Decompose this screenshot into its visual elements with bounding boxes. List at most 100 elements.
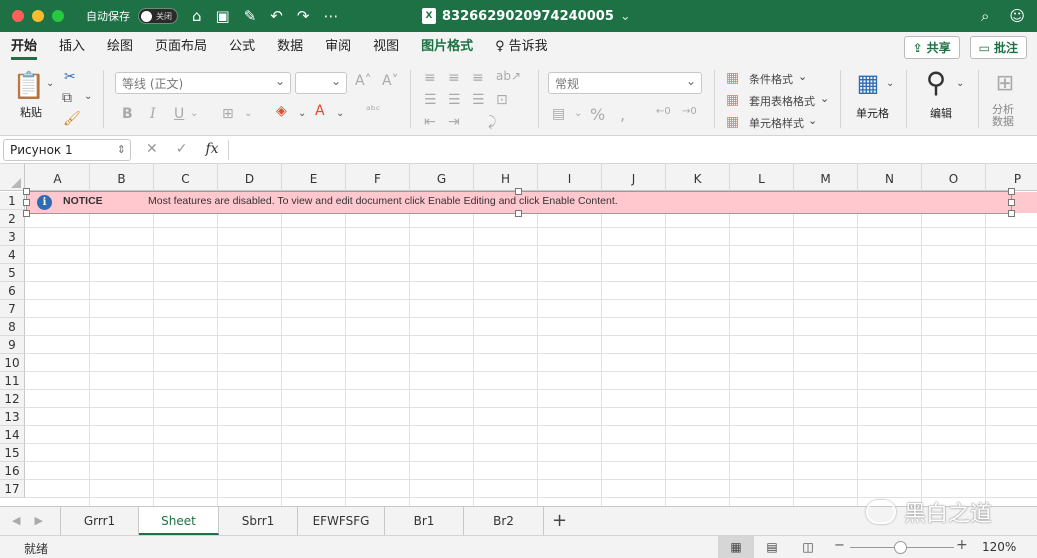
underline-dropdown-icon[interactable]: ⌄ [190, 108, 198, 119]
row-header[interactable]: 6 [0, 282, 25, 300]
fill-dropdown-icon[interactable]: ⌄ [298, 108, 306, 119]
tab-review[interactable]: 审阅 [314, 32, 362, 62]
merge-icon[interactable]: ⊡ [496, 92, 508, 108]
italic-button[interactable]: I [150, 106, 156, 122]
row-header[interactable]: 15 [0, 444, 25, 462]
tab-view[interactable]: 视图 [362, 32, 410, 62]
row-header[interactable]: 11 [0, 372, 25, 390]
row-header[interactable]: 14 [0, 426, 25, 444]
paste-button[interactable]: 📋 [13, 70, 45, 102]
phonetic-icon[interactable]: ᵃᵇᶜ [366, 103, 380, 117]
cell-style-label[interactable]: 单元格样式 [749, 115, 804, 131]
column-header[interactable]: C [154, 164, 218, 191]
conditional-format-icon[interactable]: ▦ [726, 70, 739, 86]
zoom-window-button[interactable] [52, 10, 64, 22]
cell-style-icon[interactable]: ▦ [726, 114, 739, 130]
page-layout-view-icon[interactable]: ▤ [754, 536, 790, 558]
tab-formulas[interactable]: 公式 [218, 32, 266, 62]
font-name-select[interactable]: 等线 (正文) [115, 72, 291, 94]
sheet-tab-sbrr1[interactable]: Sbrr1 [219, 507, 298, 535]
column-header[interactable]: I [538, 164, 602, 191]
resize-handle-bottom[interactable] [515, 210, 522, 217]
add-sheet-button[interactable]: + [552, 510, 567, 531]
cells-icon[interactable]: ▦ [852, 68, 884, 98]
row-header[interactable]: 12 [0, 390, 25, 408]
table-format-icon[interactable]: ▦ [726, 92, 739, 108]
number-format-select[interactable]: 常规 [548, 72, 702, 94]
font-size-select[interactable] [295, 72, 347, 94]
name-box[interactable]: Рисунок 1 [3, 139, 131, 161]
column-header[interactable]: D [218, 164, 282, 191]
align-bottom-icon[interactable]: ≡ [472, 70, 484, 86]
row-header[interactable]: 5 [0, 264, 25, 282]
wrap-text-icon[interactable]: ⤸ [488, 114, 496, 130]
edit-dropdown-icon[interactable]: ⌄ [956, 78, 964, 89]
analyze-data-icon[interactable]: ⊞ [989, 68, 1021, 98]
share-button[interactable]: ⇪ 共享 [903, 36, 960, 59]
decrease-font-icon[interactable]: A˅ [382, 73, 399, 89]
zoom-level[interactable]: 120% [982, 540, 1016, 554]
column-header[interactable]: P [986, 164, 1037, 191]
normal-view-icon[interactable]: ▦ [718, 536, 754, 558]
row-header[interactable]: 3 [0, 228, 25, 246]
resize-handle-bottom-right[interactable] [1008, 210, 1015, 217]
next-sheet-icon[interactable]: ▶ [34, 514, 42, 527]
account-icon[interactable]: ☺ [1009, 7, 1025, 25]
row-header[interactable]: 8 [0, 318, 25, 336]
fill-color-icon[interactable]: ◈ [276, 103, 287, 119]
cancel-icon[interactable]: ✕ [146, 141, 158, 157]
more-icon[interactable]: ⋯ [323, 7, 338, 25]
column-header[interactable]: K [666, 164, 730, 191]
decrease-indent-icon[interactable]: ⇤ [424, 114, 436, 130]
zoom-in-icon[interactable]: + [956, 537, 968, 553]
column-header[interactable]: O [922, 164, 986, 191]
search-edit-icon[interactable]: ⚲ [920, 66, 952, 99]
cells-dropdown-icon[interactable]: ⌄ [886, 78, 894, 89]
sheet-tab-efwfsfg[interactable]: EFWFSFG [298, 507, 385, 535]
column-header[interactable]: H [474, 164, 538, 191]
resize-handle-bottom-left[interactable] [23, 210, 30, 217]
increase-indent-icon[interactable]: ⇥ [448, 114, 460, 130]
tab-page-layout[interactable]: 页面布局 [144, 32, 218, 62]
percent-button[interactable]: % [590, 105, 605, 124]
currency-dropdown-icon[interactable]: ⌄ [574, 108, 582, 119]
tab-data[interactable]: 数据 [266, 32, 314, 62]
column-header[interactable]: A [26, 164, 90, 191]
column-header[interactable]: F [346, 164, 410, 191]
borders-dropdown-icon[interactable]: ⌄ [244, 108, 252, 119]
row-header[interactable]: 17 [0, 480, 25, 498]
zoom-slider-thumb[interactable] [894, 541, 907, 554]
column-header[interactable]: G [410, 164, 474, 191]
align-left-icon[interactable]: ☰ [424, 92, 437, 108]
resize-handle-left[interactable] [23, 199, 30, 206]
tab-draw[interactable]: 绘图 [96, 32, 144, 62]
column-header[interactable]: J [602, 164, 666, 191]
sheet-tab-br2[interactable]: Br2 [464, 507, 544, 535]
paste-dropdown-icon[interactable]: ⌄ [46, 78, 54, 89]
column-header[interactable]: E [282, 164, 346, 191]
confirm-icon[interactable]: ✓ [176, 141, 188, 157]
tab-picture-format[interactable]: 图片格式 [410, 32, 484, 62]
cut-icon[interactable]: ✂ [64, 69, 76, 85]
prev-sheet-icon[interactable]: ◀ [12, 514, 20, 527]
search-icon[interactable]: ⌕ [981, 7, 989, 25]
row-header[interactable]: 16 [0, 462, 25, 480]
close-window-button[interactable] [12, 10, 24, 22]
align-top-icon[interactable]: ≡ [424, 70, 436, 86]
decrease-decimal-icon[interactable]: →0 [682, 106, 697, 117]
orientation-icon[interactable]: ab↗ [496, 69, 521, 83]
tab-home[interactable]: 开始 [0, 32, 48, 62]
autosave-toggle[interactable]: 关闭 [138, 8, 178, 24]
sheet-tab-sheet[interactable]: Sheet [139, 507, 219, 535]
column-header[interactable]: M [794, 164, 858, 191]
tab-insert[interactable]: 插入 [48, 32, 96, 62]
undo-icon[interactable]: ↶ [270, 7, 283, 25]
increase-decimal-icon[interactable]: ←0 [656, 106, 671, 117]
resize-handle-right[interactable] [1008, 199, 1015, 206]
zoom-out-icon[interactable]: − [834, 538, 845, 553]
save-as-icon[interactable]: ✎ [244, 7, 257, 25]
resize-handle-top[interactable] [515, 188, 522, 195]
align-middle-icon[interactable]: ≡ [448, 70, 460, 86]
row-header[interactable]: 10 [0, 354, 25, 372]
row-header[interactable]: 9 [0, 336, 25, 354]
